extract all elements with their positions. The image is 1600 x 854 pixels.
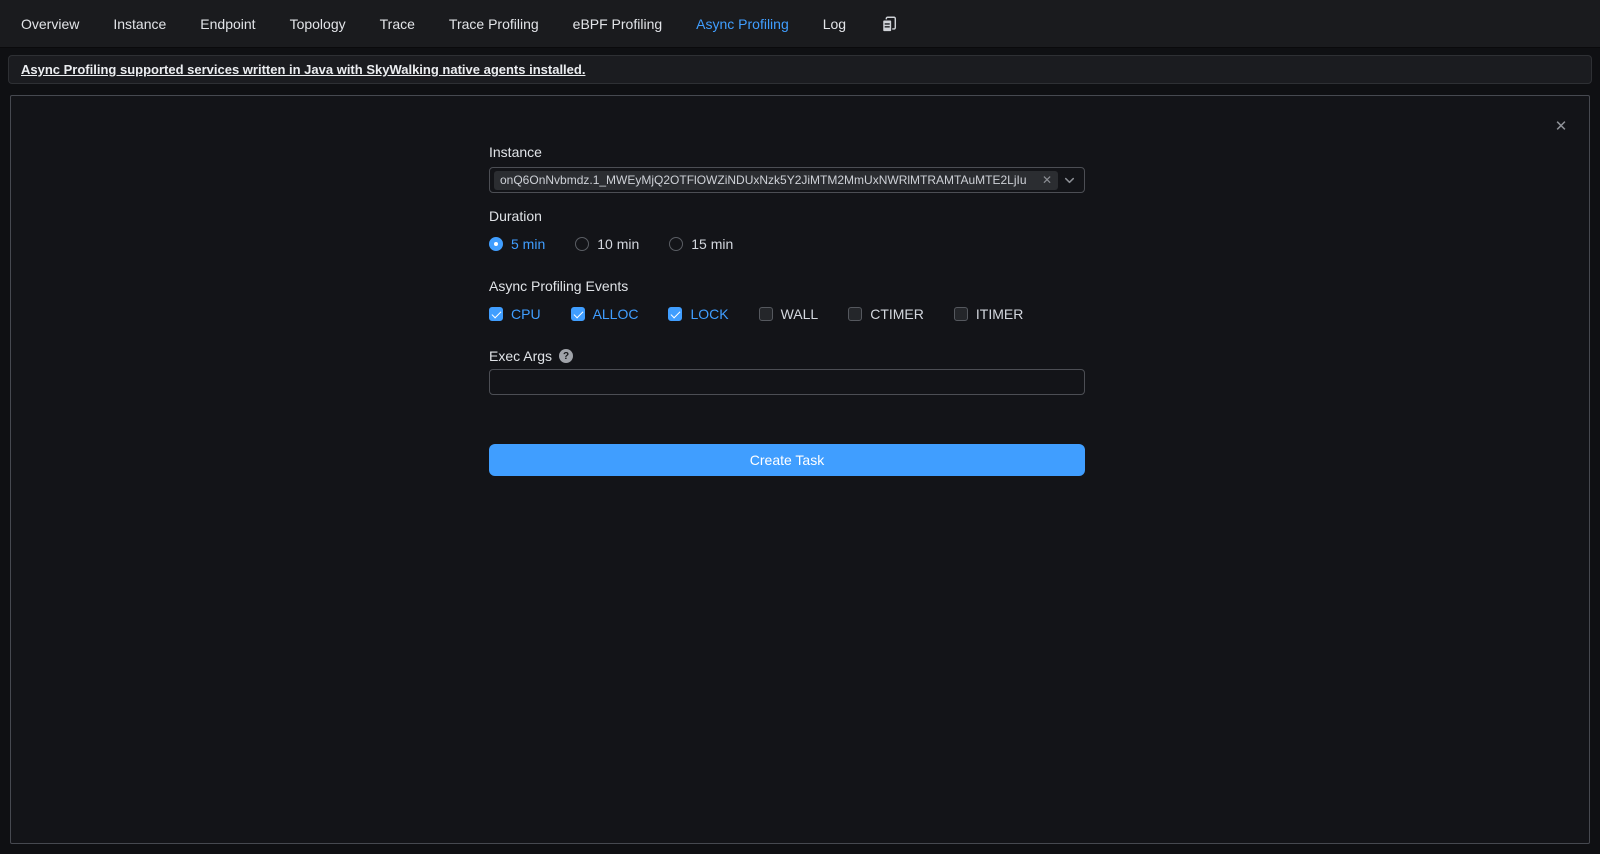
instance-selected-tag: onQ6OnNvbmdz.1_MWEyMjQ2OTFlOWZiNDUxNzk5Y… [494, 171, 1058, 190]
tab-bar: Overview Instance Endpoint Topology Trac… [0, 0, 1600, 48]
tag-remove-icon[interactable]: ✕ [1042, 174, 1052, 186]
checkbox-icon [848, 307, 862, 321]
create-task-form: Instance onQ6OnNvbmdz.1_MWEyMjQ2OTFlOWZi… [11, 96, 1086, 476]
instance-select[interactable]: onQ6OnNvbmdz.1_MWEyMjQ2OTFlOWZiNDUxNzk5Y… [489, 167, 1085, 193]
checkbox-label: ALLOC [593, 306, 639, 322]
checkbox-cpu[interactable]: CPU [489, 306, 541, 322]
instance-label: Instance [489, 144, 1086, 160]
checkbox-label: ITIMER [976, 306, 1023, 322]
tab-endpoint[interactable]: Endpoint [200, 16, 255, 32]
radio-label: 10 min [597, 236, 639, 252]
info-banner: Async Profiling supported services writt… [8, 55, 1592, 84]
checkbox-label: CTIMER [870, 306, 924, 322]
checkbox-wall[interactable]: WALL [759, 306, 819, 322]
duration-label: Duration [489, 208, 1086, 224]
tab-ebpf-profiling[interactable]: eBPF Profiling [573, 16, 662, 32]
exec-args-label: Exec Args ? [489, 348, 1086, 364]
checkbox-lock[interactable]: LOCK [668, 306, 728, 322]
checkbox-ctimer[interactable]: CTIMER [848, 306, 924, 322]
create-task-panel: ✕ Instance onQ6OnNvbmdz.1_MWEyMjQ2OTFlOW… [10, 95, 1590, 844]
tab-trace-profiling[interactable]: Trace Profiling [449, 16, 539, 32]
create-task-button[interactable]: Create Task [489, 444, 1085, 476]
tab-trace[interactable]: Trace [380, 16, 415, 32]
banner-link[interactable]: Async Profiling supported services writt… [21, 62, 585, 77]
tab-log[interactable]: Log [823, 16, 846, 32]
radio-label: 15 min [691, 236, 733, 252]
checkbox-icon [954, 307, 968, 321]
tab-async-profiling[interactable]: Async Profiling [696, 16, 789, 32]
radio-icon [489, 237, 503, 251]
duration-section: Duration 5 min 10 min 15 min [489, 208, 1086, 252]
tab-overview[interactable]: Overview [21, 16, 79, 32]
close-icon[interactable]: ✕ [1553, 118, 1569, 134]
radio-10-min[interactable]: 10 min [575, 236, 639, 252]
radio-icon [575, 237, 589, 251]
radio-icon [669, 237, 683, 251]
exec-args-section: Exec Args ? [489, 348, 1086, 395]
exec-args-label-text: Exec Args [489, 348, 552, 364]
help-icon[interactable]: ? [559, 349, 573, 363]
checkbox-alloc[interactable]: ALLOC [571, 306, 639, 322]
checkbox-itimer[interactable]: ITIMER [954, 306, 1023, 322]
events-section: Async Profiling Events CPU ALLOC LOCK WA… [489, 278, 1086, 322]
checkbox-icon [489, 307, 503, 321]
copy-document-icon[interactable] [880, 15, 898, 33]
exec-args-input[interactable] [489, 369, 1085, 395]
radio-5-min[interactable]: 5 min [489, 236, 545, 252]
checkbox-label: WALL [781, 306, 819, 322]
duration-options: 5 min 10 min 15 min [489, 236, 1086, 252]
instance-selected-value: onQ6OnNvbmdz.1_MWEyMjQ2OTFlOWZiNDUxNzk5Y… [500, 173, 1037, 187]
events-label: Async Profiling Events [489, 278, 1086, 294]
radio-15-min[interactable]: 15 min [669, 236, 733, 252]
radio-label: 5 min [511, 236, 545, 252]
checkbox-label: CPU [511, 306, 541, 322]
chevron-down-icon [1063, 174, 1076, 187]
tab-instance[interactable]: Instance [113, 16, 166, 32]
checkbox-icon [759, 307, 773, 321]
checkbox-label: LOCK [690, 306, 728, 322]
tab-topology[interactable]: Topology [290, 16, 346, 32]
events-options: CPU ALLOC LOCK WALL CTIMER [489, 306, 1086, 322]
checkbox-icon [668, 307, 682, 321]
checkbox-icon [571, 307, 585, 321]
